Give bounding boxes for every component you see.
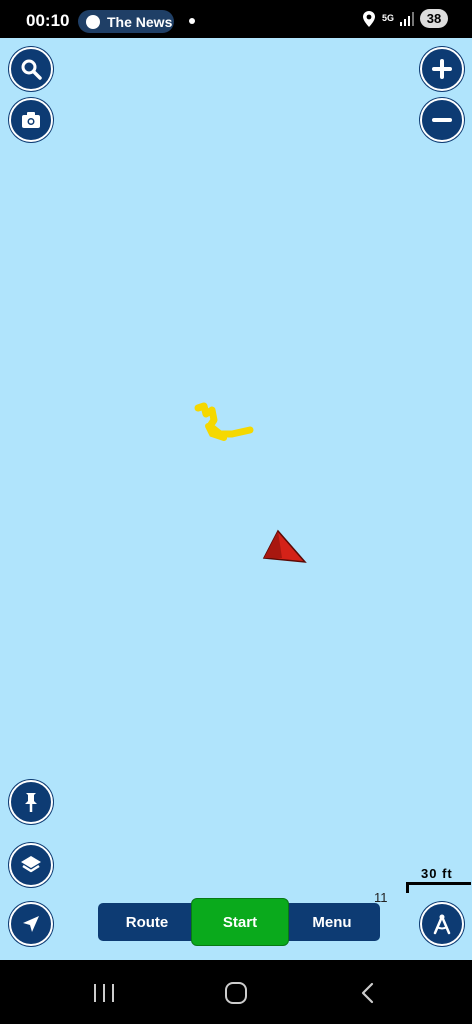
status-bar: 00:10 The News 5G 38 <box>0 0 472 38</box>
minus-icon <box>432 118 452 122</box>
compass-icon <box>433 914 451 935</box>
system-icons: 5G 38 <box>362 9 448 28</box>
track-line <box>194 402 254 441</box>
menu-button[interactable]: Menu <box>284 903 380 941</box>
plus-icon <box>432 59 452 79</box>
menu-label: Menu <box>312 913 352 931</box>
bottom-action-bar: Route Menu Start <box>98 898 381 946</box>
location-icon <box>362 10 375 27</box>
route-label: Route <box>125 913 169 931</box>
recent-apps-icon[interactable] <box>92 982 116 1004</box>
news-icon <box>86 14 100 29</box>
battery-indicator: 38 <box>420 9 448 28</box>
signal-icon <box>400 11 414 26</box>
start-button[interactable]: Start <box>191 898 289 946</box>
search-icon <box>21 59 42 80</box>
camera-button[interactable] <box>9 98 53 142</box>
locate-button[interactable] <box>9 902 53 946</box>
layers-icon <box>21 856 41 873</box>
navigation-arrow-icon <box>23 916 39 932</box>
compass-button[interactable] <box>420 902 464 946</box>
network-type: 5G <box>381 13 394 23</box>
search-button[interactable] <box>9 47 53 91</box>
layers-button[interactable] <box>9 843 53 887</box>
home-icon[interactable] <box>224 982 248 1004</box>
scale-label: 30 ft <box>421 866 453 881</box>
system-nav-bar <box>0 960 472 1024</box>
route-button[interactable]: Route <box>98 903 196 941</box>
status-time: 00:10 <box>26 11 70 30</box>
notification-dot <box>189 18 195 24</box>
map-canvas[interactable]: 30 ft 11 Route Menu Start <box>0 38 472 960</box>
position-marker <box>262 529 307 563</box>
zoom-out-button[interactable] <box>420 98 464 142</box>
notification-text: The News <box>107 13 173 30</box>
notification-pill[interactable]: The News <box>78 10 174 33</box>
back-icon[interactable] <box>358 982 378 1004</box>
pin-icon <box>25 793 37 812</box>
scale-bar <box>406 882 471 893</box>
zoom-in-button[interactable] <box>420 47 464 91</box>
start-label: Start <box>222 913 258 931</box>
camera-icon <box>22 112 40 128</box>
pin-button[interactable] <box>9 780 53 824</box>
